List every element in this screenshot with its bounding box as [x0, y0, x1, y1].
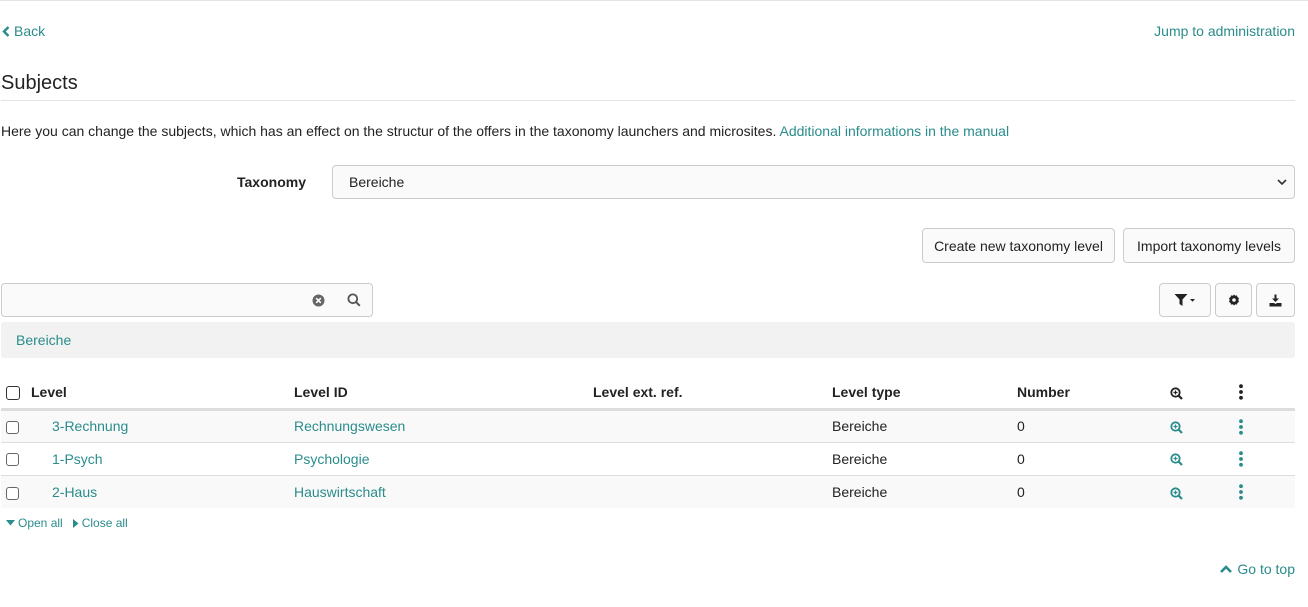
level-type-cell: Bereiche [832, 442, 1017, 476]
row-select-cell [1, 475, 31, 508]
table-header-row: Level Level ID Level ext. ref. Level typ… [1, 376, 1295, 411]
header-level-type[interactable]: Level type [832, 376, 1017, 411]
jump-to-administration-link[interactable]: Jump to administration [1154, 23, 1295, 39]
back-label: Back [14, 23, 46, 39]
level-cell: 3-Rechnung [31, 409, 294, 443]
header-number[interactable]: Number [1017, 376, 1167, 411]
manual-link[interactable]: Additional informations in the manual [779, 123, 1009, 139]
open-all-label: Open all [18, 516, 63, 530]
create-taxonomy-level-button[interactable]: Create new taxonomy level [922, 228, 1115, 263]
row-checkbox[interactable] [6, 420, 19, 434]
close-all-link[interactable]: Close all [72, 516, 128, 530]
chevron-left-icon [2, 25, 10, 37]
gear-icon [1228, 294, 1239, 306]
level-type-cell: Bereiche [832, 483, 888, 500]
go-to-top-label: Go to top [1237, 561, 1295, 577]
header-level-ext-ref[interactable]: Level ext. ref. [593, 376, 832, 411]
breadcrumb-item-bereiche[interactable]: Bereiche [16, 332, 71, 348]
row-checkbox[interactable] [6, 486, 19, 500]
caret-right-icon [72, 518, 79, 528]
level-type-cell: Bereiche [832, 409, 1017, 443]
level-id-cell: Rechnungswesen [294, 409, 593, 443]
caret-down-icon [6, 520, 15, 526]
level-link[interactable]: 3-Rechnung [31, 418, 128, 434]
header-level[interactable]: Level [31, 376, 294, 411]
clear-search-icon[interactable] [312, 294, 325, 307]
level-id-cell: Psychologie [294, 442, 593, 476]
ext-ref-cell [593, 475, 832, 508]
zoom-in-icon [1170, 386, 1183, 400]
taxonomy-label: Taxonomy [237, 174, 306, 190]
filter-button[interactable] [1159, 283, 1211, 317]
level-link[interactable]: 1-Psych [31, 451, 103, 467]
ext-ref-cell [593, 409, 832, 443]
preview-cell [1167, 409, 1235, 443]
zoom-in-icon[interactable] [1170, 453, 1183, 467]
select-all-header [1, 376, 31, 411]
table-row: 1-Psych Psychologie Bereiche 0 [1, 442, 1295, 476]
description-text: Here you can change the subjects, which … [1, 123, 777, 139]
level-id-link[interactable]: Psychologie [294, 451, 370, 467]
ext-ref-cell [593, 442, 832, 476]
more-vertical-icon[interactable] [1238, 451, 1244, 467]
level-id-link[interactable]: Rechnungswesen [294, 418, 405, 434]
taxonomy-levels-table: Level Level ID Level ext. ref. Level typ… [1, 376, 1295, 508]
level-id-link[interactable]: Hauswirtschaft [294, 484, 386, 500]
table-row: 2-Haus Hauswirtschaft Bereiche 0 [1, 475, 1295, 508]
table-row: 3-Rechnung Rechnungswesen Bereiche 0 [1, 409, 1295, 443]
level-link[interactable]: 2-Haus [31, 484, 97, 500]
header-level-id[interactable]: Level ID [294, 376, 593, 411]
number-cell: 0 [1017, 483, 1025, 500]
table-settings-button[interactable] [1215, 283, 1252, 317]
actions-cell [1235, 475, 1295, 508]
open-all-link[interactable]: Open all [6, 516, 63, 530]
more-vertical-icon [1239, 384, 1243, 401]
row-select-cell [1, 442, 31, 476]
preview-cell [1167, 442, 1235, 476]
export-button[interactable] [1256, 283, 1295, 317]
filter-icon [1174, 294, 1195, 306]
level-cell: 1-Psych [31, 442, 294, 476]
close-all-label: Close all [81, 516, 128, 530]
title-divider [1, 100, 1295, 101]
number-cell: 0 [1017, 442, 1167, 476]
header-actions [1235, 376, 1295, 411]
more-vertical-icon[interactable] [1238, 418, 1244, 435]
page-description: Here you can change the subjects, which … [1, 123, 1009, 139]
back-link[interactable]: Back [2, 23, 45, 39]
taxonomy-selected-value: Bereiche [349, 174, 405, 190]
level-id-cell: Hauswirtschaft [294, 475, 593, 508]
number-cell: 0 [1017, 409, 1167, 443]
page-title: Subjects [1, 72, 78, 94]
tree-toggle-links: Open all Close all [6, 516, 128, 530]
zoom-in-icon[interactable] [1170, 421, 1183, 434]
chevron-down-icon [1277, 179, 1287, 186]
select-all-checkbox[interactable] [6, 385, 20, 400]
header-preview [1167, 376, 1235, 411]
import-taxonomy-levels-button[interactable]: Import taxonomy levels [1123, 228, 1295, 263]
actions-cell [1235, 442, 1295, 476]
preview-cell [1167, 475, 1235, 508]
search-input[interactable] [2, 284, 302, 316]
chevron-up-icon [1220, 565, 1233, 573]
zoom-in-icon[interactable] [1170, 486, 1183, 500]
row-select-cell [1, 409, 31, 443]
go-to-top-link[interactable]: Go to top [1220, 561, 1295, 577]
actions-cell [1235, 409, 1295, 443]
breadcrumb: Bereiche [1, 322, 1295, 358]
row-checkbox[interactable] [6, 453, 19, 467]
download-icon [1269, 294, 1282, 306]
more-vertical-icon[interactable] [1238, 484, 1244, 501]
level-cell: 2-Haus [31, 475, 294, 508]
search-icon[interactable] [347, 293, 361, 307]
taxonomy-select[interactable]: Bereiche [332, 165, 1295, 199]
search-field [1, 283, 373, 317]
